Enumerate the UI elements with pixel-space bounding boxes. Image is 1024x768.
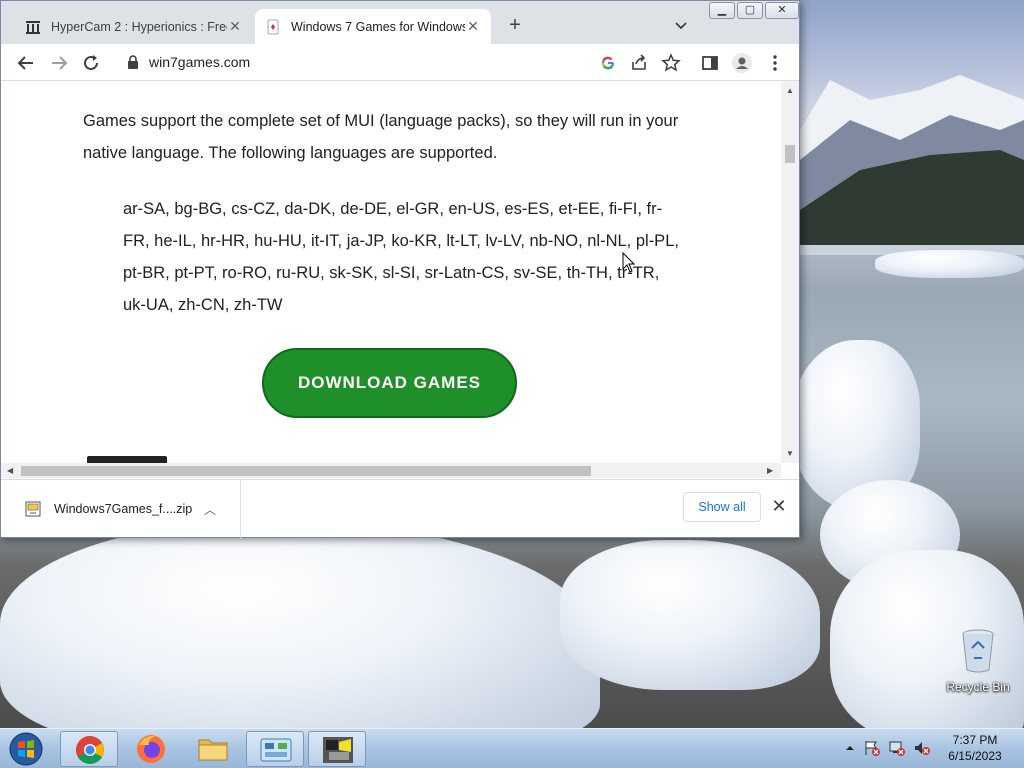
tab-hypercam[interactable]: HyperCam 2 : Hyperionics : Free ✕ (15, 9, 253, 44)
chrome-icon (76, 736, 104, 764)
ice-block (0, 520, 600, 728)
chevron-up-icon[interactable]: ︿ (204, 501, 216, 518)
chevron-down-icon[interactable] (671, 15, 691, 35)
browser-toolbar: win7games.com (1, 44, 799, 81)
control-panel-icon (260, 738, 292, 762)
action-center-flag-icon[interactable] (863, 739, 881, 762)
taskbar-control-panel-button[interactable] (246, 731, 304, 767)
maximize-button[interactable]: ▢ (737, 2, 763, 19)
file-explorer-icon (198, 739, 228, 761)
show-hidden-icons-chevron-icon[interactable] (844, 739, 856, 762)
system-tray (844, 739, 931, 762)
download-shelf: Windows7Games_f....zip ︿ Show all ✕ (1, 479, 799, 538)
taskbar-explorer-button[interactable] (184, 731, 242, 767)
share-icon[interactable] (628, 52, 650, 74)
tab-title: Windows 7 Games for Windows (291, 19, 465, 34)
horizontal-scrollbar[interactable]: ◀ ▶ (1, 463, 781, 478)
kebab-menu-icon[interactable] (764, 52, 786, 74)
close-tab-icon[interactable]: ✕ (465, 18, 481, 35)
museum-building-icon (25, 19, 41, 35)
reload-icon[interactable] (80, 52, 102, 74)
clock-time: 7:37 PM (952, 733, 998, 747)
profile-avatar-icon[interactable] (731, 52, 753, 74)
languages-list: ar-SA, bg-BG, cs-CZ, da-DK, de-DE, el-GR… (123, 200, 679, 314)
recycle-bin-icon (960, 628, 996, 674)
cards-icon (265, 19, 281, 35)
ice-floe (875, 250, 1024, 278)
ice-block (560, 540, 820, 690)
download-item[interactable]: Windows7Games_f....zip ︿ (1, 480, 241, 538)
new-tab-button[interactable]: + (503, 13, 527, 37)
show-all-button[interactable]: Show all (683, 492, 761, 522)
recycle-bin[interactable]: Recycle Bin (940, 628, 1016, 694)
forward-arrow-icon[interactable] (48, 52, 70, 74)
vertical-scrollbar[interactable]: ▲ ▼ (781, 81, 799, 463)
scroll-up-arrow-icon[interactable]: ▲ (786, 86, 794, 95)
taskbar-firefox-button[interactable] (122, 731, 180, 767)
firefox-icon (137, 735, 165, 763)
clock-date: 6/15/2023 (948, 749, 1002, 763)
browser-window: HyperCam 2 : Hyperionics : Free ✕ Window… (0, 0, 800, 538)
back-arrow-icon[interactable] (15, 52, 37, 74)
scroll-left-arrow-icon[interactable]: ◀ (7, 466, 13, 475)
tab-title: HyperCam 2 : Hyperionics : Free (51, 19, 227, 34)
zip-file-icon (25, 501, 41, 517)
recycle-bin-label: Recycle Bin (946, 680, 1010, 694)
mouse-pointer-icon (622, 252, 636, 273)
start-button[interactable] (6, 731, 46, 767)
window-controls: ▁ ▢ ✕ (707, 2, 799, 19)
horizontal-scroll-thumb[interactable] (21, 466, 591, 476)
tab-strip: HyperCam 2 : Hyperionics : Free ✕ Window… (1, 1, 799, 44)
lock-icon (127, 55, 139, 69)
cut-off-heading (87, 456, 167, 463)
close-tab-icon[interactable]: ✕ (227, 18, 243, 35)
tab-win7games[interactable]: Windows 7 Games for Windows ✕ (255, 9, 491, 44)
language-support-paragraph: Games support the complete set of MUI (l… (83, 112, 679, 162)
close-window-button[interactable]: ✕ (765, 2, 799, 19)
taskbar-clock[interactable]: 7:37 PM 6/15/2023 (940, 732, 1010, 764)
download-games-button[interactable]: DOWNLOAD GAMES (262, 348, 517, 418)
page-content: Games support the complete set of MUI (l… (1, 81, 781, 463)
network-icon[interactable] (888, 739, 906, 762)
side-panel-icon[interactable] (699, 52, 721, 74)
bookmark-star-icon[interactable] (660, 52, 682, 74)
minimize-button[interactable]: ▁ (709, 2, 735, 19)
download-filename: Windows7Games_f....zip (54, 502, 193, 516)
taskbar-hypercam-button[interactable] (308, 731, 366, 767)
taskbar-chrome-button[interactable] (60, 731, 118, 767)
scroll-right-arrow-icon[interactable]: ▶ (767, 466, 773, 475)
google-icon[interactable] (597, 52, 619, 74)
hypercam-icon (323, 737, 353, 763)
close-icon[interactable]: ✕ (771, 496, 787, 517)
url-text: win7games.com (149, 54, 251, 70)
vertical-scroll-thumb[interactable] (785, 145, 795, 163)
taskbar: 7:37 PM 6/15/2023 (0, 728, 1024, 768)
volume-muted-icon[interactable] (913, 739, 931, 762)
scroll-down-arrow-icon[interactable]: ▼ (786, 449, 794, 458)
